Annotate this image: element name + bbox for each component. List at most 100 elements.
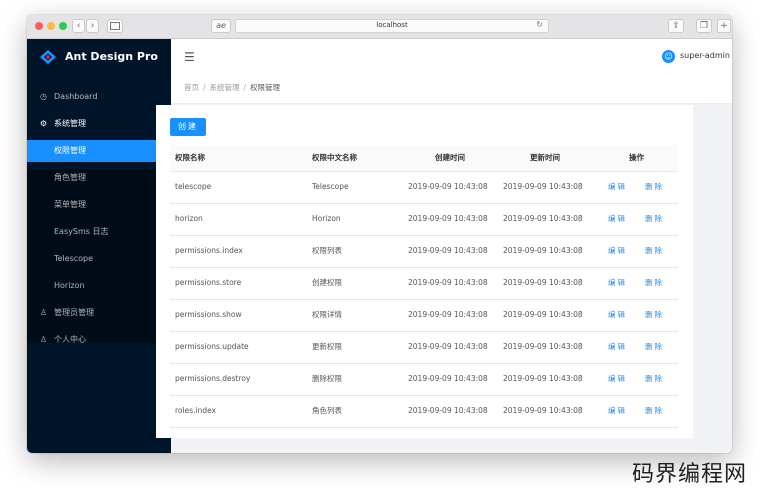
ant-design-logo-icon [40, 49, 56, 65]
sidebar-icon [110, 22, 120, 30]
share-button[interactable]: ⇪ [668, 19, 684, 33]
user-icon: ♙ [39, 335, 48, 344]
submenu-item-permissions[interactable]: 权限管理 [27, 140, 171, 162]
reload-icon[interactable]: ↻ [536, 20, 543, 29]
edit-link[interactable]: 编辑 [608, 299, 627, 331]
submenu-item-menus[interactable]: 菜单管理 [27, 194, 171, 216]
menu-item-label: 个人中心 [54, 335, 86, 344]
column-header-cn-name: 权限中文名称 [312, 153, 357, 162]
cell-updated: 2019-09-09 10:43:08 [503, 214, 583, 223]
submenu-item-label: 角色管理 [54, 173, 86, 182]
username[interactable]: super-admin [680, 51, 730, 60]
table-header: 权限名称 权限中文名称 创建时间 更新时间 操作 [170, 145, 678, 172]
breadcrumb-system[interactable]: 系统管理 [210, 83, 240, 92]
setting-icon: ⚙ [39, 119, 48, 128]
edit-link[interactable]: 编辑 [608, 203, 627, 235]
new-tab-button[interactable]: + [717, 19, 731, 33]
zoom-window-button[interactable] [59, 22, 67, 30]
delete-link[interactable]: 删除 [645, 171, 664, 203]
cell-created: 2019-09-09 10:43:08 [408, 342, 488, 351]
breadcrumb-home[interactable]: 首页 [184, 83, 199, 92]
menu-item-label: Dashboard [54, 92, 98, 101]
delete-link[interactable]: 删除 [645, 363, 664, 395]
menu-item-label: 管理员管理 [54, 308, 94, 317]
cell-updated: 2019-09-09 10:43:08 [503, 374, 583, 383]
breadcrumb-current: 权限管理 [250, 83, 281, 92]
cell-name: permissions.update [175, 342, 249, 351]
column-header-actions: 操作 [629, 153, 644, 162]
column-header-updated: 更新时间 [530, 153, 560, 162]
content-card: 创建 权限名称 权限中文名称 创建时间 更新时间 操作 telescope Tel… [156, 105, 693, 438]
menu-item-admin[interactable]: ♙ 管理员管理 [27, 302, 171, 324]
chevron-right-icon: › [90, 21, 95, 31]
sidebar-toggle-button[interactable] [107, 19, 123, 33]
cell-name: permissions.destroy [175, 374, 251, 383]
avatar[interactable]: ☺ [662, 50, 675, 63]
address-bar[interactable]: localhost ↻ [235, 19, 549, 33]
submenu-item-label: 权限管理 [54, 146, 86, 155]
edit-link[interactable]: 编辑 [608, 331, 627, 363]
menu-fold-icon[interactable]: ☰ [184, 50, 195, 64]
cell-name: permissions.store [175, 278, 242, 287]
cell-created: 2019-09-09 10:43:08 [408, 214, 488, 223]
cell-cn-name: 权限详情 [312, 310, 342, 319]
submenu-item-telescope[interactable]: Telescope [27, 248, 171, 270]
edit-link[interactable]: 编辑 [608, 395, 627, 427]
cell-updated: 2019-09-09 10:43:08 [503, 342, 583, 351]
breadcrumb-bar: 首页 / 系统管理 / 权限管理 [171, 75, 732, 104]
submenu-item-horizon[interactable]: Horizon [27, 275, 171, 297]
submenu-item-label: 菜单管理 [54, 200, 86, 209]
address-left-button[interactable]: ae [211, 19, 231, 33]
cell-updated: 2019-09-09 10:43:08 [503, 246, 583, 255]
cell-updated: 2019-09-09 10:43:08 [503, 406, 583, 415]
table-row: roles.index 角色列表 2019-09-09 10:43:08 2019-0… [170, 395, 678, 428]
cell-name: permissions.index [175, 246, 243, 255]
delete-link[interactable]: 删除 [645, 299, 664, 331]
delete-link[interactable]: 删除 [645, 267, 664, 299]
edit-link[interactable]: 编辑 [608, 267, 627, 299]
submenu-item-roles[interactable]: 角色管理 [27, 167, 171, 189]
delete-link[interactable]: 删除 [645, 203, 664, 235]
tabs-icon: ❐ [699, 21, 709, 31]
user-icon: ♙ [39, 308, 48, 317]
tabs-button[interactable]: ❐ [696, 19, 712, 33]
menu-item-profile[interactable]: ♙ 个人中心 [27, 329, 171, 351]
column-header-name: 权限名称 [175, 153, 205, 162]
submenu-item-label: Telescope [54, 254, 94, 263]
menu-item-dashboard[interactable]: ◷ Dashboard [27, 86, 171, 108]
cell-cn-name: 删除权限 [312, 374, 342, 383]
create-button[interactable]: 创建 [170, 118, 206, 136]
breadcrumb: 首页 / 系统管理 / 权限管理 [184, 82, 280, 93]
delete-link[interactable]: 删除 [645, 395, 664, 427]
menu-item-label: 系统管理 [54, 119, 86, 128]
submenu-item-easysms-log[interactable]: EasySms 日志 [27, 221, 171, 243]
minimize-window-button[interactable] [47, 22, 55, 30]
cell-name: telescope [175, 182, 212, 191]
delete-link[interactable]: 删除 [645, 235, 664, 267]
edit-link[interactable]: 编辑 [608, 235, 627, 267]
column-header-created: 创建时间 [435, 153, 465, 162]
table-row: horizon Horizon 2019-09-09 10:43:08 2019-09… [170, 203, 678, 236]
breadcrumb-separator: / [203, 83, 206, 92]
cell-cn-name: 权限列表 [312, 246, 342, 255]
back-button[interactable]: ‹ [72, 19, 85, 33]
edit-link[interactable]: 编辑 [608, 171, 627, 203]
table-row: permissions.index 权限列表 2019-09-09 10:43:08… [170, 235, 678, 268]
cell-cn-name: Horizon [312, 214, 341, 223]
breadcrumb-separator: / [243, 83, 247, 92]
plus-icon: + [720, 21, 728, 31]
chevron-left-icon: ‹ [76, 21, 81, 31]
app-title: Ant Design Pro [65, 50, 158, 63]
cell-updated: 2019-09-09 10:43:08 [503, 310, 583, 319]
edit-link[interactable]: 编辑 [608, 363, 627, 395]
submenu-item-label: EasySms 日志 [54, 227, 109, 236]
cell-created: 2019-09-09 10:43:08 [408, 310, 488, 319]
forward-button[interactable]: › [86, 19, 99, 33]
close-window-button[interactable] [35, 22, 43, 30]
share-icon: ⇪ [672, 21, 680, 31]
table-row: permissions.destroy 删除权限 2019-09-09 10:43:… [170, 363, 678, 396]
cell-cn-name: Telescope [312, 182, 349, 191]
menu-item-system[interactable]: ⚙ 系统管理 ⌃ [27, 113, 171, 135]
watermark: 码界编程网 [632, 462, 748, 487]
delete-link[interactable]: 删除 [645, 331, 664, 363]
